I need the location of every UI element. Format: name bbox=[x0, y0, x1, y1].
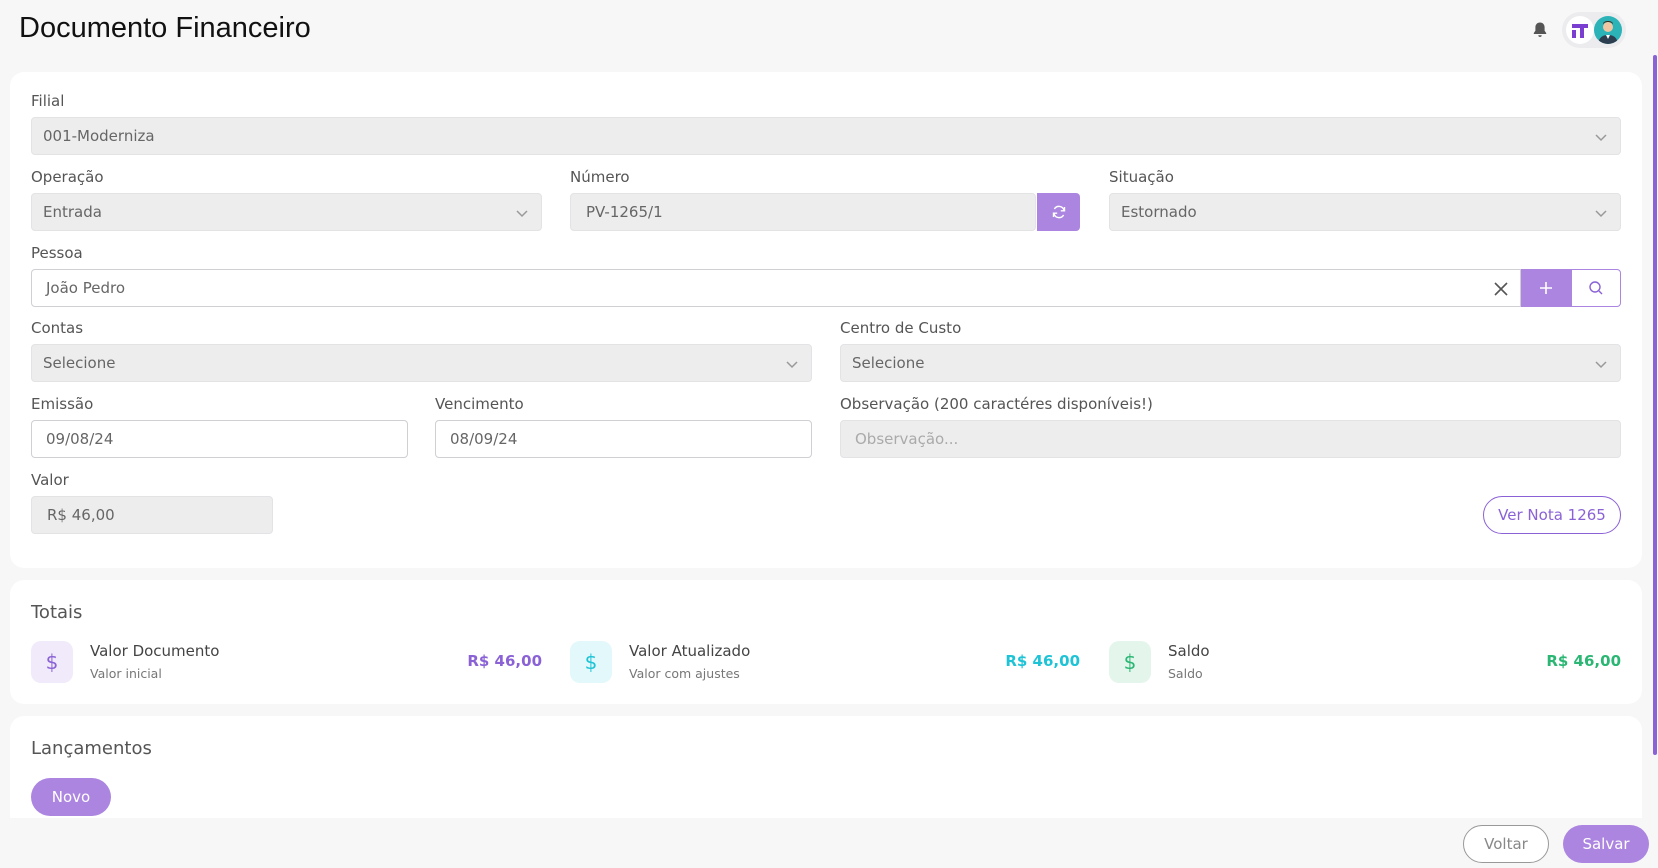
voltar-button[interactable]: Voltar bbox=[1463, 825, 1549, 863]
observacao-input[interactable]: Observação... bbox=[840, 420, 1621, 458]
filial-select[interactable]: 001-Moderniza bbox=[31, 117, 1621, 155]
chevron-down-icon bbox=[786, 361, 798, 369]
valor-atualizado-title: Valor Atualizado bbox=[629, 642, 751, 660]
search-pessoa-button[interactable] bbox=[1571, 269, 1621, 307]
saldo-subtitle: Saldo bbox=[1168, 666, 1203, 681]
centro-custo-select[interactable]: Selecione bbox=[840, 344, 1621, 382]
ver-nota-button[interactable]: Ver Nota 1265 bbox=[1483, 496, 1621, 534]
dollar-icon: $ bbox=[570, 641, 612, 683]
novo-lancamento-button[interactable]: Novo bbox=[31, 778, 111, 816]
centro-custo-label: Centro de Custo bbox=[840, 319, 962, 337]
situacao-value: Estornado bbox=[1121, 203, 1197, 221]
emissao-value: 09/08/24 bbox=[46, 430, 114, 448]
add-pessoa-button[interactable] bbox=[1521, 269, 1571, 307]
company-logo-icon bbox=[1566, 16, 1594, 44]
vencimento-value: 08/09/24 bbox=[450, 430, 518, 448]
contas-value: Selecione bbox=[43, 354, 116, 372]
saldo-value: R$ 46,00 bbox=[1546, 652, 1621, 670]
saldo-title: Saldo bbox=[1168, 642, 1210, 660]
valor-documento-value: R$ 46,00 bbox=[467, 652, 542, 670]
totais-card: Totais $ Valor Documento Valor inicial R… bbox=[10, 580, 1642, 704]
contas-select[interactable]: Selecione bbox=[31, 344, 812, 382]
chevron-down-icon bbox=[1595, 134, 1607, 142]
valor-value: R$ 46,00 bbox=[47, 506, 115, 524]
valor-label: Valor bbox=[31, 471, 69, 489]
vencimento-label: Vencimento bbox=[435, 395, 524, 413]
chevron-down-icon bbox=[1595, 361, 1607, 369]
scrollbar[interactable] bbox=[1651, 0, 1658, 760]
valor-atualizado-subtitle: Valor com ajustes bbox=[629, 666, 740, 681]
filial-value: 001-Moderniza bbox=[43, 127, 155, 145]
operacao-value: Entrada bbox=[43, 203, 102, 221]
search-icon bbox=[1589, 281, 1603, 295]
user-menu[interactable] bbox=[1562, 12, 1626, 48]
notification-bell-icon[interactable] bbox=[1530, 20, 1550, 40]
valor-documento-subtitle: Valor inicial bbox=[90, 666, 162, 681]
pessoa-value: João Pedro bbox=[46, 279, 126, 297]
valor-atualizado-value: R$ 46,00 bbox=[1005, 652, 1080, 670]
numero-label: Número bbox=[570, 168, 630, 186]
operacao-select[interactable]: Entrada bbox=[31, 193, 542, 231]
valor-input[interactable]: R$ 46,00 bbox=[31, 496, 273, 534]
centro-custo-value: Selecione bbox=[852, 354, 925, 372]
top-bar: Documento Financeiro bbox=[0, 0, 1658, 62]
numero-input[interactable]: PV-1265/1 bbox=[570, 193, 1036, 231]
dollar-icon: $ bbox=[1109, 641, 1151, 683]
situacao-select[interactable]: Estornado bbox=[1109, 193, 1621, 231]
emissao-label: Emissão bbox=[31, 395, 94, 413]
scrollbar-thumb[interactable] bbox=[1653, 55, 1657, 755]
observacao-placeholder: Observação... bbox=[855, 430, 959, 448]
document-form-card: Filial 001-Moderniza Operação Entrada Nú… bbox=[10, 72, 1642, 568]
clear-icon[interactable] bbox=[1494, 282, 1508, 296]
chevron-down-icon bbox=[1595, 210, 1607, 218]
user-avatar bbox=[1594, 16, 1622, 44]
vencimento-input[interactable]: 08/09/24 bbox=[435, 420, 812, 458]
observacao-label: Observação (200 caractéres disponíveis!) bbox=[840, 395, 1153, 413]
valor-documento-title: Valor Documento bbox=[90, 642, 220, 660]
contas-label: Contas bbox=[31, 319, 84, 337]
chevron-down-icon bbox=[516, 210, 528, 218]
situacao-label: Situação bbox=[1109, 168, 1174, 186]
salvar-button[interactable]: Salvar bbox=[1563, 825, 1649, 863]
numero-value: PV-1265/1 bbox=[586, 203, 663, 221]
pessoa-input[interactable]: João Pedro bbox=[31, 269, 1521, 307]
operacao-label: Operação bbox=[31, 168, 104, 186]
refresh-numero-button[interactable] bbox=[1037, 193, 1080, 231]
dollar-icon: $ bbox=[31, 641, 73, 683]
filial-label: Filial bbox=[31, 92, 65, 110]
refresh-icon bbox=[1052, 205, 1065, 219]
pessoa-label: Pessoa bbox=[31, 244, 83, 262]
emissao-input[interactable]: 09/08/24 bbox=[31, 420, 408, 458]
plus-icon bbox=[1540, 282, 1552, 294]
lancamentos-title: Lançamentos bbox=[31, 738, 152, 759]
totais-title: Totais bbox=[31, 602, 83, 623]
page-title: Documento Financeiro bbox=[19, 12, 311, 44]
footer-actions: Voltar Salvar bbox=[0, 818, 1658, 868]
